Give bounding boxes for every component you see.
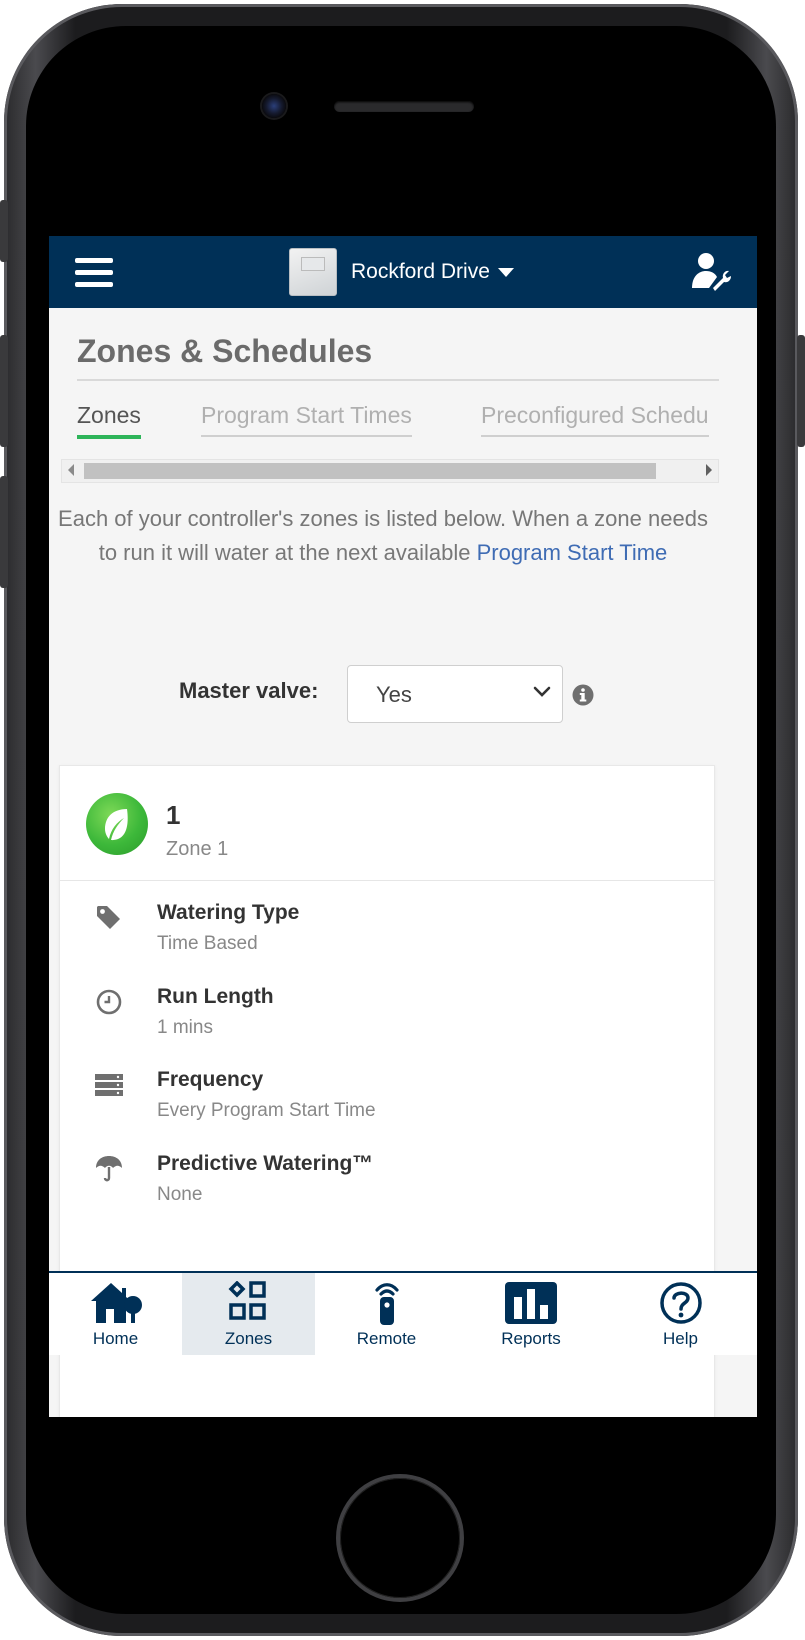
watering-type-row[interactable]: Watering Type Time Based (60, 901, 714, 971)
menu-icon[interactable] (75, 258, 113, 288)
front-camera (262, 94, 286, 118)
volume-up-button (0, 335, 8, 447)
scroll-right-arrow-icon[interactable] (706, 464, 712, 476)
run-length-value: 1 mins (157, 1017, 213, 1038)
silent-switch (0, 200, 8, 262)
watering-type-value: Time Based (157, 933, 258, 954)
tab-bar: Zones Program Start Times Preconfigured … (77, 392, 719, 450)
zone-name: Zone 1 (166, 838, 229, 860)
top-bar: Rockford Drive (49, 236, 757, 308)
app-screen: Rockford Drive Zones & Schedules Zones P… (49, 236, 757, 1417)
umbrella-icon (96, 1156, 122, 1182)
home-icon (90, 1283, 142, 1323)
chevron-down-icon (533, 686, 551, 697)
run-length-row[interactable]: Run Length 1 mins (60, 985, 714, 1055)
nav-reports[interactable]: Reports (458, 1273, 604, 1355)
reports-icon (505, 1282, 557, 1324)
scrollbar-thumb[interactable] (84, 463, 656, 479)
controller-thumbnail (289, 248, 337, 296)
earpiece-speaker (334, 101, 474, 112)
nav-zones-label: Zones (224, 1329, 273, 1348)
nav-zones[interactable]: Zones (182, 1273, 315, 1355)
bottom-nav: Home Zones Remote Reports Help (49, 1271, 757, 1355)
title-divider (77, 379, 719, 381)
tab-zones[interactable]: Zones (77, 402, 141, 439)
nav-remote[interactable]: Remote (315, 1273, 458, 1355)
master-valve-value: Yes (376, 682, 412, 707)
volume-down-button (0, 476, 8, 588)
predictive-watering-row[interactable]: Predictive Watering™ None (60, 1152, 714, 1222)
zone-header[interactable]: 1 Zone 1 (60, 766, 714, 881)
zones-icon (228, 1281, 266, 1320)
watering-type-label: Watering Type (157, 901, 300, 924)
clock-icon (96, 989, 122, 1015)
leaf-icon (105, 809, 128, 841)
scroll-left-arrow-icon[interactable] (68, 464, 74, 476)
tag-icon (97, 906, 120, 929)
nav-reports-label: Reports (501, 1329, 561, 1348)
list-icon (95, 1074, 123, 1096)
user-settings-icon[interactable] (689, 250, 733, 294)
nav-help[interactable]: Help (604, 1273, 757, 1355)
frequency-value: Every Program Start Time (157, 1100, 376, 1121)
tab-preconfigured-schedules[interactable]: Preconfigured Schedu (481, 402, 709, 437)
zone-number: 1 (166, 800, 181, 830)
intro-text: Each of your controller's zones is liste… (57, 502, 709, 570)
horizontal-scrollbar[interactable] (61, 459, 719, 483)
program-start-time-link[interactable]: Program Start Time (477, 540, 668, 565)
predictive-watering-label: Predictive Watering™ (157, 1152, 374, 1175)
frequency-label: Frequency (157, 1068, 264, 1091)
nav-home[interactable]: Home (49, 1273, 182, 1355)
controller-selector[interactable]: Rockford Drive (289, 248, 514, 296)
zone-badge (86, 793, 148, 855)
tab-program-start-times[interactable]: Program Start Times (201, 402, 412, 437)
page-title: Zones & Schedules (77, 333, 373, 369)
nav-remote-label: Remote (356, 1329, 417, 1348)
power-button (797, 335, 805, 447)
nav-help-label: Help (663, 1329, 698, 1348)
master-valve-label: Master valve: (179, 678, 319, 703)
help-icon (659, 1282, 702, 1324)
run-length-label: Run Length (157, 985, 274, 1008)
info-icon[interactable] (572, 684, 594, 706)
home-button[interactable] (340, 1478, 460, 1598)
master-valve-select[interactable]: Yes (347, 665, 563, 723)
nav-home-label: Home (92, 1329, 139, 1348)
caret-down-icon (497, 267, 514, 277)
remote-icon (374, 1283, 399, 1325)
controller-name: Rockford Drive (351, 260, 490, 283)
predictive-watering-value: None (157, 1184, 203, 1205)
frequency-row[interactable]: Frequency Every Program Start Time (60, 1068, 714, 1138)
